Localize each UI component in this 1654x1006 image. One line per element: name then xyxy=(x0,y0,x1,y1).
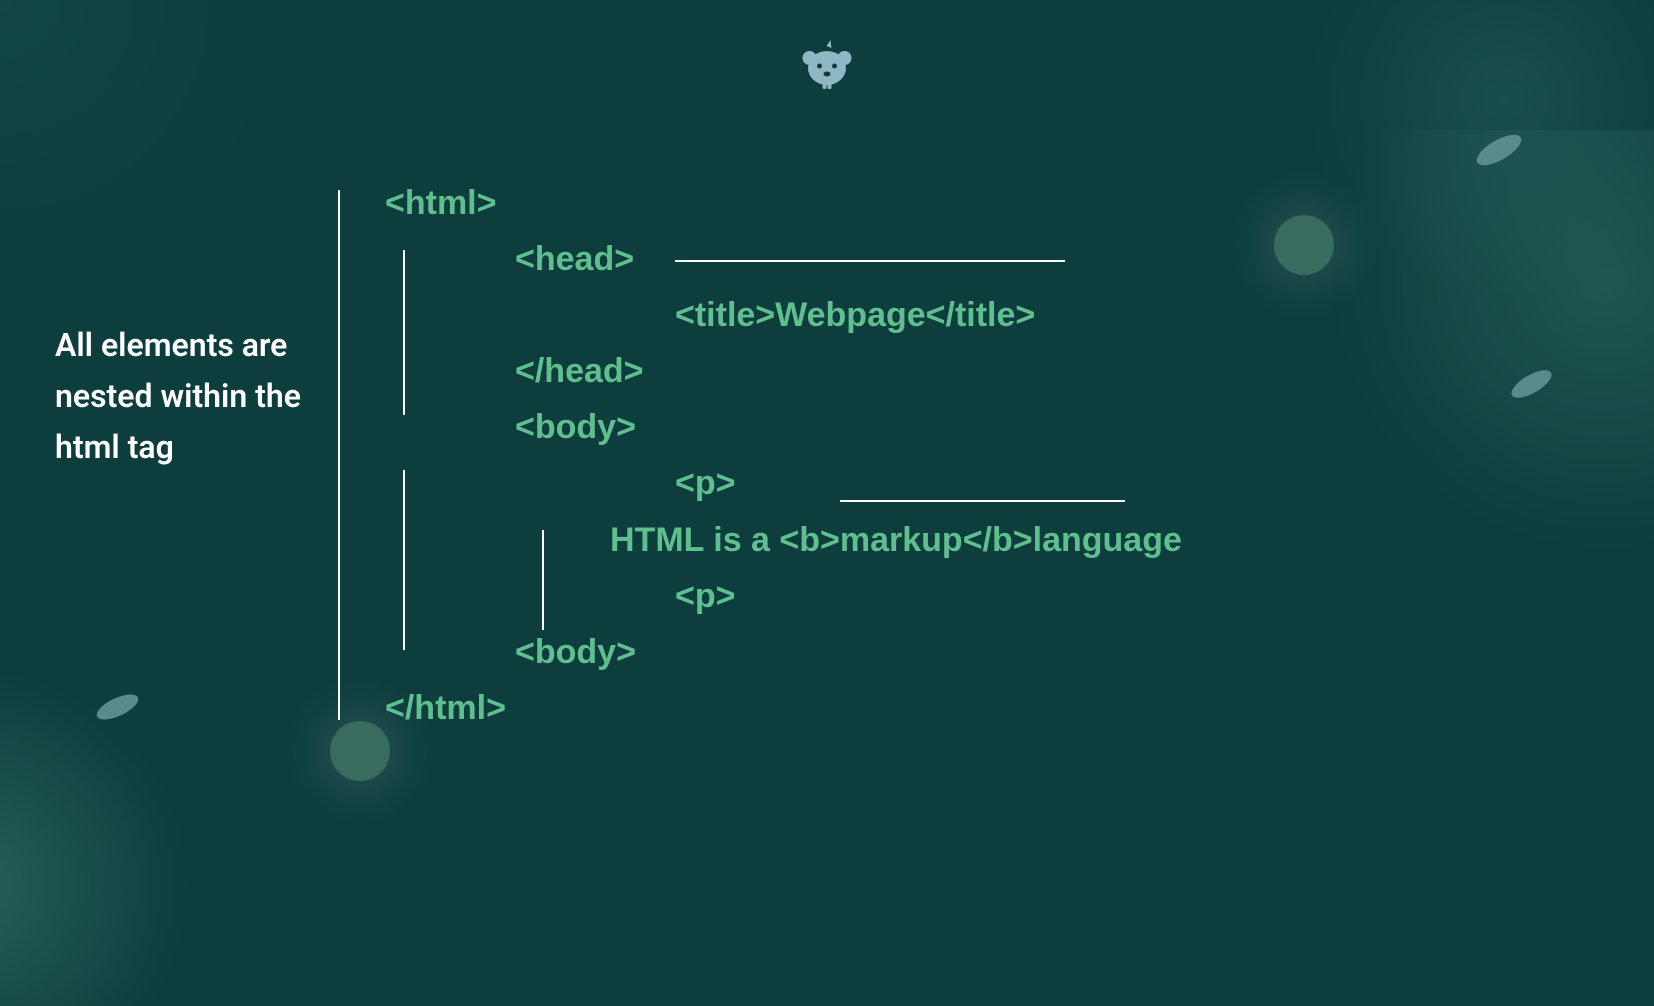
code-line-body-close: <body> xyxy=(385,624,1182,680)
decorative-dot xyxy=(1274,215,1334,275)
decorative-speckle xyxy=(0,606,250,1006)
code-line-head-open: <head> xyxy=(385,231,1182,287)
code-line-html-close: </html> xyxy=(385,680,1182,736)
code-line-head-close: </head> xyxy=(385,343,1182,399)
decorative-blob xyxy=(0,0,300,300)
code-line-p-close: <p> xyxy=(385,568,1182,624)
code-line-title: <title>Webpage</title> xyxy=(385,287,1182,343)
html-code-diagram: <html> <head> <title>Webpage</title> </h… xyxy=(385,175,1182,736)
code-line-p-open: <p> xyxy=(385,455,1182,511)
code-line-html-open: <html> xyxy=(385,175,1182,231)
caption-text: All elements are nested within the html … xyxy=(55,320,315,474)
mascot-logo-icon xyxy=(800,40,855,99)
bracket-line xyxy=(338,190,340,720)
decorative-dot xyxy=(330,721,390,781)
code-line-body-open: <body> xyxy=(385,399,1182,455)
code-line-content: HTML is a <b>markup</b>language xyxy=(385,512,1182,568)
decorative-speckle xyxy=(1254,130,1654,630)
